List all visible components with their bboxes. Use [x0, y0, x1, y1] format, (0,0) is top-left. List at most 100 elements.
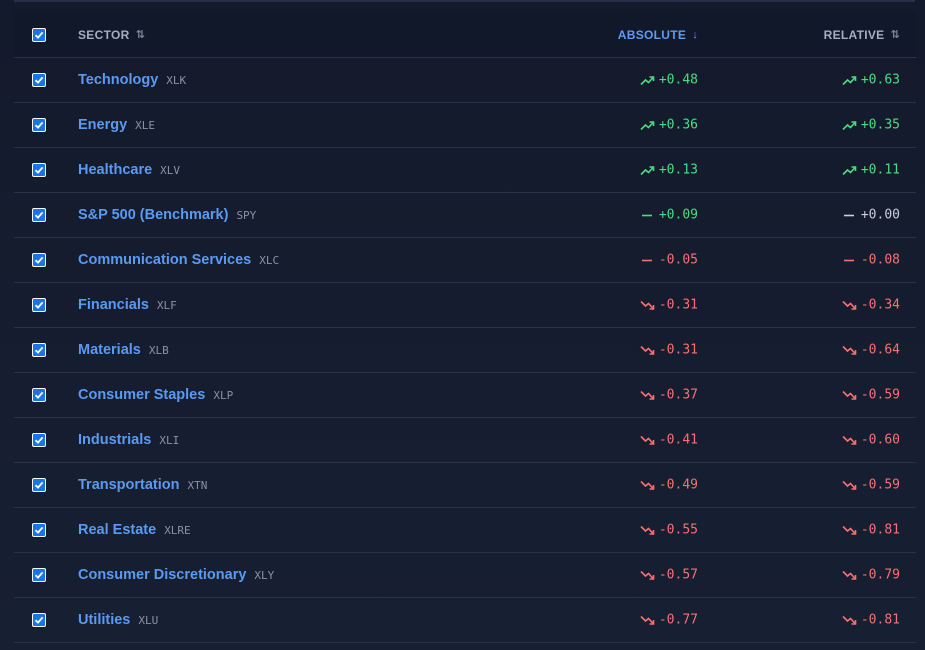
row-checkbox[interactable]: [32, 73, 46, 87]
absolute-value-cell: -0.77: [640, 613, 698, 628]
sector-name-link[interactable]: S&P 500 (Benchmark): [78, 207, 228, 223]
sector-name-link[interactable]: Communication Services: [78, 252, 251, 268]
absolute-value: -0.37: [658, 387, 698, 403]
trending-down-icon: [842, 570, 857, 580]
sort-icon: ⇅: [890, 29, 900, 41]
column-header-sector[interactable]: SECTOR ⇅: [78, 28, 145, 42]
absolute-value-cell: -0.31: [640, 298, 698, 313]
trending-up-icon: [842, 120, 857, 130]
trending-down-icon: [640, 480, 655, 490]
table-row[interactable]: Transportation XTN -0.49 -0.59: [14, 463, 916, 508]
absolute-value-cell: +0.36: [640, 118, 698, 133]
ticker-symbol: XLRE: [164, 524, 191, 537]
table-row[interactable]: Communication Services XLC -0.05 -0.08: [14, 238, 916, 283]
ticker-symbol: XLP: [213, 389, 234, 402]
sector-name-link[interactable]: Technology: [78, 72, 158, 88]
sector-cell: Technology XLK: [78, 72, 186, 88]
trending-down-icon: [842, 480, 857, 490]
relative-value: +0.63: [860, 72, 900, 88]
row-checkbox[interactable]: [32, 163, 46, 177]
table-row[interactable]: Consumer Discretionary XLY -0.57 -0.79: [14, 553, 916, 598]
trending-up-icon: [640, 75, 655, 85]
row-checkbox[interactable]: [32, 388, 46, 402]
row-checkbox[interactable]: [32, 523, 46, 537]
sector-cell: Transportation XTN: [78, 477, 207, 493]
row-checkbox[interactable]: [32, 208, 46, 222]
absolute-value-cell: -0.41: [640, 433, 698, 448]
table-row[interactable]: Industrials XLI -0.41 -0.60: [14, 418, 916, 463]
table-row[interactable]: Energy XLE +0.36 +0.35: [14, 103, 916, 148]
sort-descending-icon: ↓: [692, 28, 698, 41]
trending-up-icon: [842, 75, 857, 85]
trending-up-icon: [640, 120, 655, 130]
absolute-value: -0.31: [658, 297, 698, 313]
sector-table: SECTOR ⇅ ABSOLUTE ↓ RELATIVE ⇅ Technolog…: [14, 12, 916, 643]
select-all-checkbox[interactable]: [32, 27, 46, 42]
sector-cell: Consumer Staples XLP: [78, 387, 233, 403]
table-row[interactable]: Technology XLK +0.48 +0.63: [14, 58, 916, 103]
table-row[interactable]: Real Estate XLRE -0.55 -0.81: [14, 508, 916, 553]
trending-down-icon: [842, 435, 857, 445]
trending-down-icon: [842, 525, 857, 535]
flat-trend-icon: [641, 214, 652, 216]
absolute-value: +0.09: [658, 207, 698, 223]
row-checkbox[interactable]: [32, 343, 46, 357]
table-row[interactable]: Healthcare XLV +0.13 +0.11: [14, 148, 916, 193]
absolute-value: +0.48: [658, 72, 698, 88]
relative-header-label: RELATIVE: [823, 27, 885, 42]
sector-name-link[interactable]: Energy: [78, 117, 127, 133]
sector-name-link[interactable]: Healthcare: [78, 162, 152, 178]
sector-name-link[interactable]: Materials: [78, 342, 141, 358]
relative-value: +0.35: [860, 117, 900, 133]
absolute-value: -0.77: [658, 612, 698, 628]
row-checkbox[interactable]: [32, 613, 46, 627]
sector-name-link[interactable]: Industrials: [78, 432, 151, 448]
row-checkbox[interactable]: [32, 253, 46, 267]
sector-cell: Communication Services XLC: [78, 252, 279, 268]
check-icon: [34, 391, 44, 399]
sector-name-link[interactable]: Financials: [78, 297, 149, 313]
check-icon: [34, 121, 44, 129]
row-checkbox[interactable]: [32, 298, 46, 312]
table-row[interactable]: Consumer Staples XLP -0.37 -0.59: [14, 373, 916, 418]
sector-name-link[interactable]: Utilities: [78, 612, 130, 628]
row-checkbox[interactable]: [32, 118, 46, 132]
check-icon: [34, 256, 44, 264]
absolute-value-cell: -0.57: [640, 568, 698, 583]
trending-down-icon: [842, 345, 857, 355]
table-row[interactable]: Materials XLB -0.31 -0.64: [14, 328, 916, 373]
relative-value: -0.64: [860, 342, 900, 358]
column-header-relative[interactable]: RELATIVE ⇅: [824, 28, 900, 42]
relative-value: -0.34: [860, 297, 900, 313]
row-checkbox[interactable]: [32, 433, 46, 447]
sector-name-link[interactable]: Consumer Staples: [78, 387, 205, 403]
trending-down-icon: [640, 570, 655, 580]
relative-value-cell: -0.81: [842, 523, 900, 538]
sector-name-link[interactable]: Transportation: [78, 477, 180, 493]
sector-cell: Energy XLE: [78, 117, 155, 133]
absolute-value-cell: -0.05: [640, 253, 698, 268]
absolute-value: -0.05: [658, 252, 698, 268]
absolute-value: -0.41: [658, 432, 698, 448]
table-row[interactable]: Financials XLF -0.31 -0.34: [14, 283, 916, 328]
sector-cell: Financials XLF: [78, 297, 177, 313]
relative-value: -0.08: [860, 252, 900, 268]
absolute-header-label: ABSOLUTE: [617, 27, 687, 42]
sector-name-link[interactable]: Real Estate: [78, 522, 156, 538]
absolute-value-cell: +0.09: [640, 208, 698, 223]
top-divider: [14, 0, 915, 2]
flat-trend-icon: [641, 259, 652, 261]
row-checkbox[interactable]: [32, 478, 46, 492]
relative-value-cell: +0.00: [842, 208, 900, 223]
sector-name-link[interactable]: Consumer Discretionary: [78, 567, 246, 583]
relative-value-cell: -0.59: [842, 388, 900, 403]
table-row[interactable]: Utilities XLU -0.77 -0.81: [14, 598, 916, 643]
table-row[interactable]: S&P 500 (Benchmark) SPY +0.09 +0.00: [14, 193, 916, 238]
absolute-value: +0.13: [658, 162, 698, 178]
relative-value: +0.00: [860, 207, 900, 223]
ticker-symbol: XLB: [148, 344, 169, 357]
relative-value-cell: +0.11: [842, 163, 900, 178]
column-header-absolute[interactable]: ABSOLUTE ↓: [618, 28, 698, 42]
row-checkbox[interactable]: [32, 568, 46, 582]
trending-down-icon: [640, 615, 655, 625]
